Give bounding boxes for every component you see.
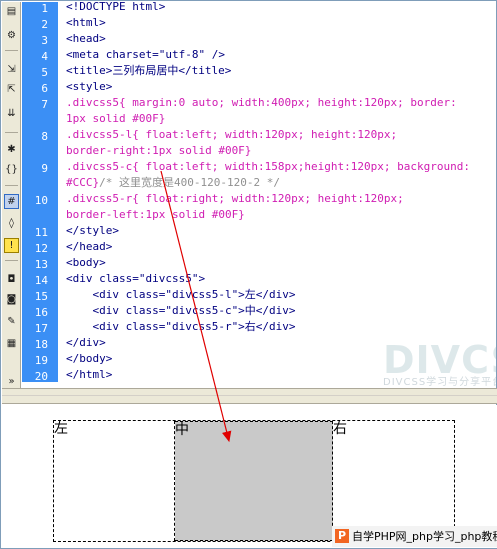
editor-window: ▤ ⚙ ⇲ ⇱ ⇊ ✱ {} # ◊ ! ◘ ◙ ✎ ▦ » 1 2 3 4 5… [0,0,497,549]
php-logo-icon: P [335,529,349,543]
code-line: <meta charset="utf-8" /> [66,48,225,61]
code-line: </head> [66,240,113,253]
line-number: 20 [34,370,48,383]
watermark-title: DIVCSS5 [383,338,496,382]
code-line: </body> [66,352,113,365]
code-line: <div class="divcss5-c">中</div> [66,304,296,317]
code-comment: /* 这里宽度是400-120-120-2 */ [99,176,280,189]
code-line: <div class="divcss5-r">右</div> [66,320,296,333]
left-column[interactable]: 左 [54,421,175,541]
line-number: 11 [34,226,48,239]
center-column[interactable]: 中 [175,421,333,541]
code-line: border-right:1px solid #00F} [66,144,252,157]
watermark-subtitle: DIVCSS学习与分享平台 [383,377,496,388]
numbering-icon[interactable]: ✱ [4,142,19,157]
center-label: 中 [175,422,189,438]
code-line: <title>三列布局居中</title> [66,64,232,77]
highlight-icon[interactable]: # [4,194,19,209]
code-editor[interactable]: DIVCSS5 DIVCSS学习与分享平台 <!DOCTYPE html> <h… [59,2,496,388]
divcss5-watermark: DIVCSS5 DIVCSS学习与分享平台 [383,340,496,388]
line-number: 8 [41,130,48,143]
line-number: 5 [41,66,48,79]
code-line: </html> [66,368,113,381]
line-number: 17 [34,322,48,335]
divcss5-container[interactable]: 左 中 右 [53,420,455,542]
line-number: 14 [34,274,48,287]
line-number: 12 [34,242,48,255]
wrap-icon[interactable]: ✎ [4,314,19,329]
code-line: <!DOCTYPE html> [66,2,166,13]
brackets-icon[interactable]: {} [4,162,19,177]
expand-icon[interactable]: ⇱ [4,82,19,97]
code-line: <style> [66,80,113,93]
code-line: .divcss5-r{ float:right; width:120px; he… [66,192,404,205]
more-icon[interactable]: » [4,374,19,389]
syntax-icon[interactable]: ◊ [4,216,19,231]
right-label: 右 [333,421,347,437]
code-line: </style> [66,224,119,237]
line-number: 15 [34,290,48,303]
code-line: .divcss5-l{ float:left; width:120px; hei… [66,128,398,141]
settings-icon[interactable]: ⚙ [4,28,19,43]
right-column[interactable]: 右 [333,421,454,541]
line-number-gutter: 1 2 3 4 5 6 7 8 9 10 11 12 13 14 15 16 1… [22,2,58,383]
line-number: 3 [41,34,48,47]
line-number: 2 [41,18,48,31]
site-watermark-text: 自学PHP网_php学习_php教程 [352,530,497,543]
code-line: #CCC}/* 这里宽度是400-120-120-2 */ [66,176,280,189]
code-line: .divcss5-c{ float:left; width:158px;heig… [66,160,470,173]
line-number: 19 [34,354,48,367]
collapse-icon[interactable]: ⇲ [4,62,19,77]
line-number: 7 [41,98,48,111]
line-number: 4 [41,50,48,63]
code-line: <html> [66,16,106,29]
code-line: border-left:1px solid #00F} [66,208,245,221]
uncomment-icon[interactable]: ◙ [4,292,19,307]
code-line: <body> [66,256,106,269]
code-line: <head> [66,32,106,45]
line-number: 16 [34,306,48,319]
code-line: 1px solid #00F} [66,112,166,125]
line-number: 10 [34,194,48,207]
line-number: 13 [34,258,48,271]
view-splitter[interactable] [2,388,497,404]
code-line: <div class="divcss5"> [66,272,206,285]
code-line: .divcss5{ margin:0 auto; width:400px; he… [66,96,457,109]
line-number: 18 [34,338,48,351]
line-number: 1 [41,2,48,15]
warning-icon[interactable]: ! [4,238,19,253]
code-fragment: #CCC} [66,176,100,189]
doc-icon[interactable]: ▤ [4,4,19,19]
comment-icon[interactable]: ◘ [4,272,19,287]
line-number: 6 [41,82,48,95]
site-watermark: P 自学PHP网_php学习_php教程 [332,526,497,547]
line-number: 9 [41,162,48,175]
left-label: 左 [54,421,68,437]
code-line: </div> [66,336,106,349]
format-icon[interactable]: ▦ [4,336,19,351]
select-icon[interactable]: ⇊ [4,106,19,121]
code-line: <div class="divcss5-l">左</div> [66,288,296,301]
